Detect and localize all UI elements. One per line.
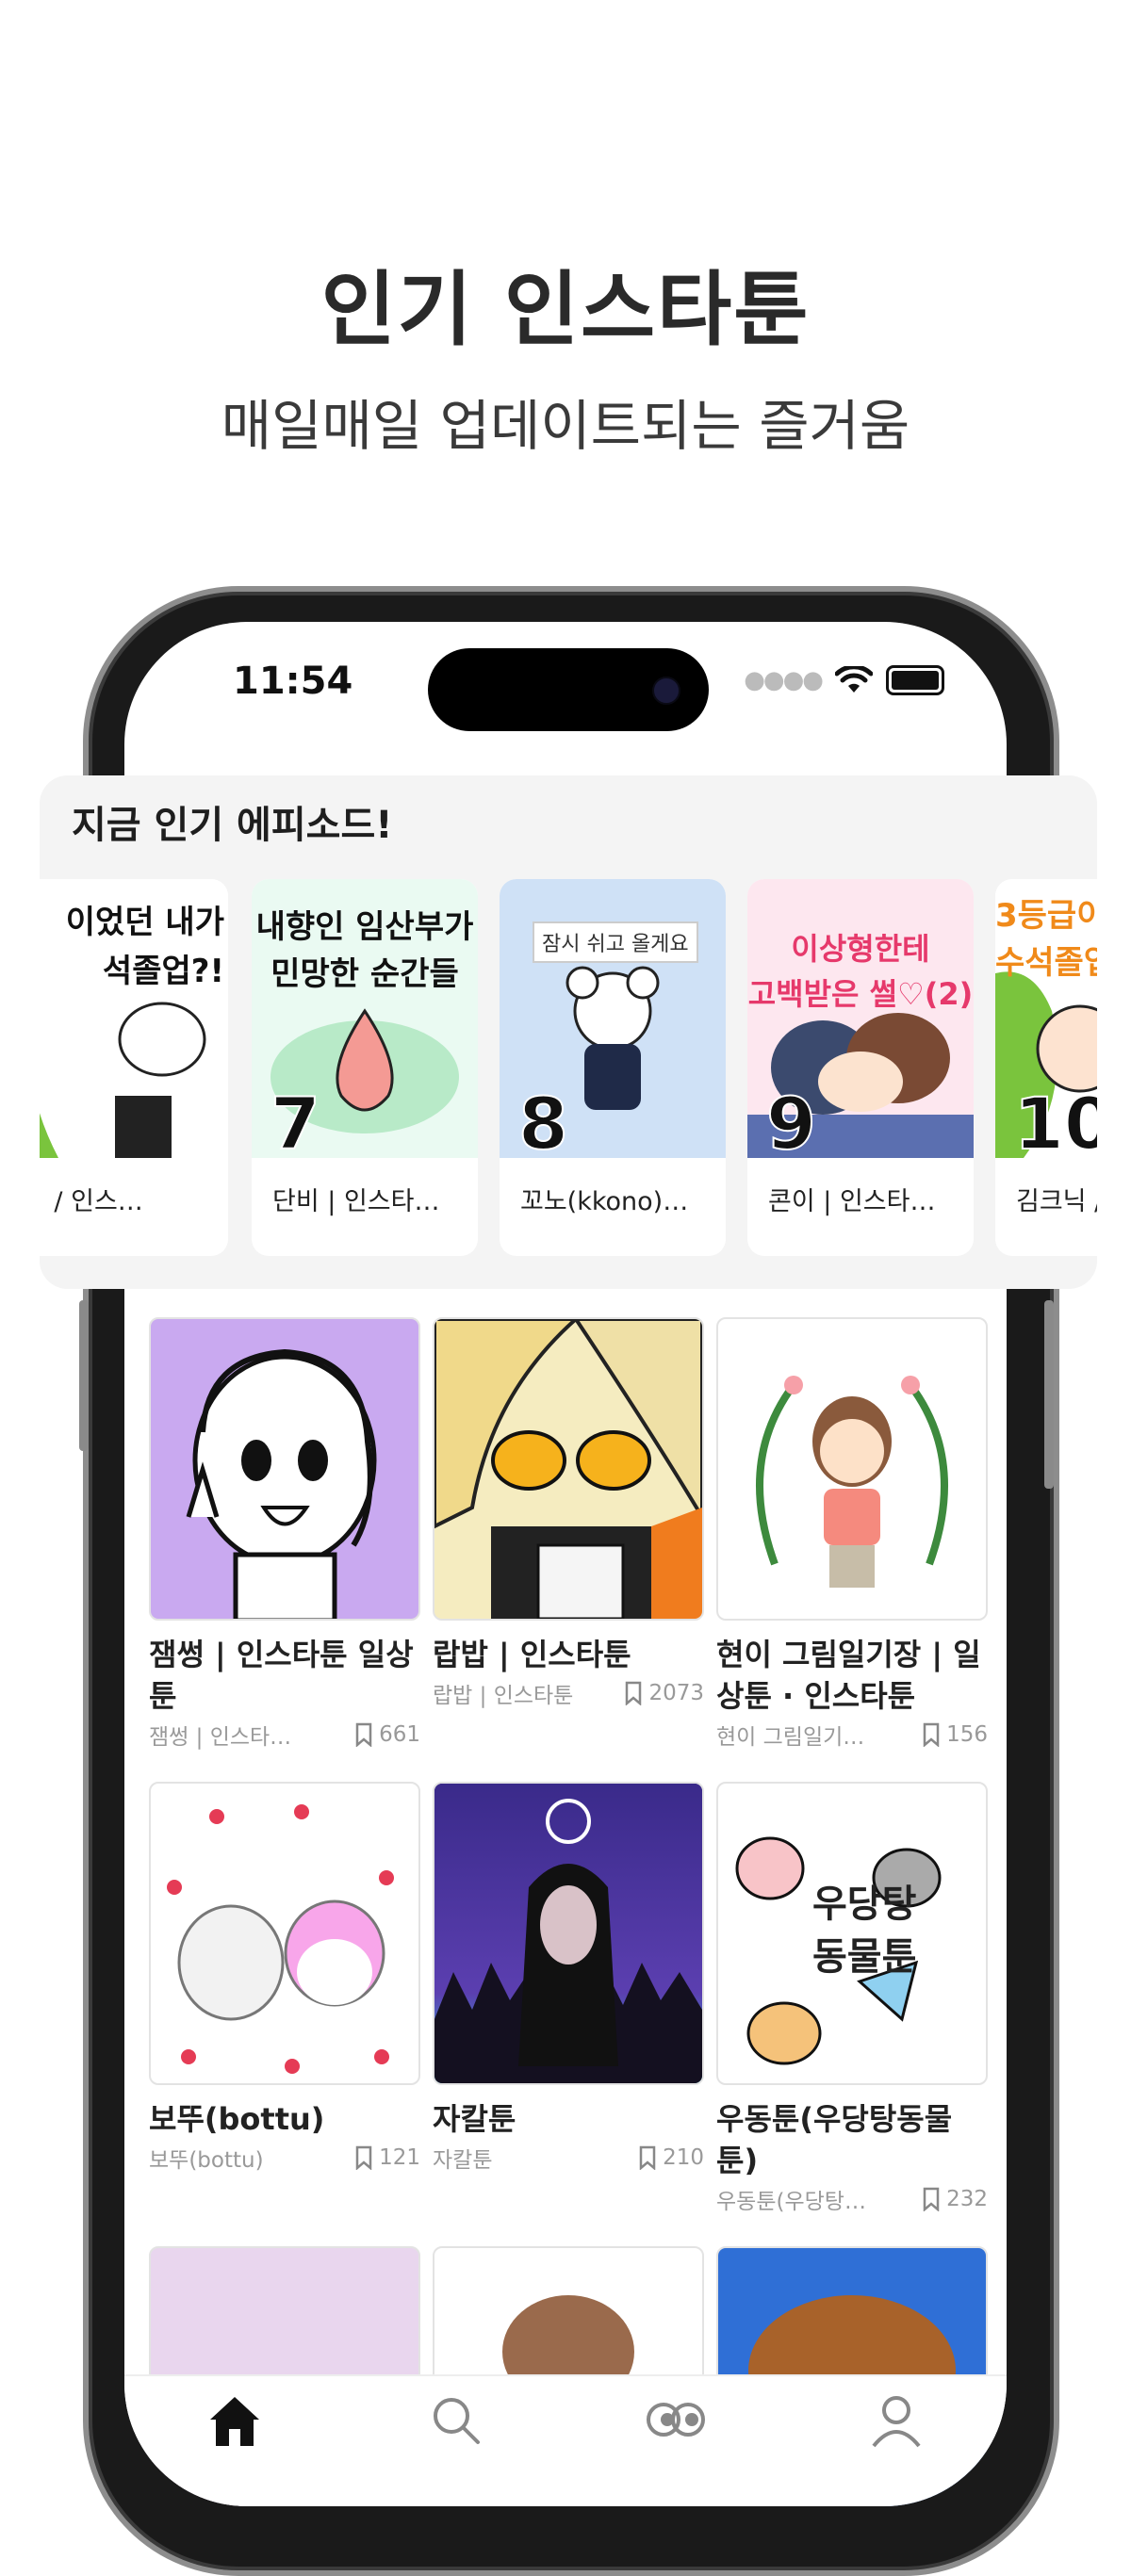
wifi-icon [835,666,873,693]
search-icon [434,2398,480,2444]
episode-rank: 10 [1013,1081,1097,1158]
webtoon-thumbnail [433,1782,704,2085]
episode-author: 김크닉 / 인스… [1016,1187,1097,1216]
episode-thumbnail: 이었던 내가 석졸업?! [40,879,228,1158]
status-time: 11:54 [233,660,353,703]
webtoon-title: 잼썽 | 인스타툰 일상툰 [149,1637,414,1714]
bookmark-icon [355,2145,372,2170]
webtoon-title: 보뚜(bottu) [149,2101,325,2137]
battery-icon [886,665,944,695]
webtoon-card[interactable]: 보뚜(bottu) 보뚜(bottu) 121 [149,1782,420,2174]
episode-thumbnail: 이상형한테 고백받은 썰♡(2) 9 [747,879,974,1158]
webtoon-title: 현이 그림일기장 | 일상툰 · 인스타툰 [716,1637,981,1714]
signal-icon: ●●●● [744,666,824,694]
episode-thumbnail: 3등급이었던 수석졸업 10 [995,879,1097,1158]
webtoon-thumbnail: 우당탕 동물툰 [716,1782,988,2085]
webtoon-thumbnail [149,1317,420,1621]
camera-icon [652,677,680,705]
bookmark-count: 121 [379,2145,420,2170]
episode-caption: 이었던 내가 석졸업?! [65,904,224,990]
bookmark-icon [626,1681,642,1705]
webtoon-author: 잼썽 | 인스타툰... [149,1725,309,1750]
eyes-icon [647,2403,705,2437]
episode-card[interactable]: 이었던 내가 석졸업?! ㅓ / 인스… [40,879,228,1256]
episode-rank: 9 [765,1081,817,1158]
bottom-tab-bar [124,2374,1007,2506]
dynamic-island [428,648,709,731]
episode-caption: 내향인 임산부가 민망한 순간들 [255,908,474,993]
bookmark-icon [923,2187,940,2211]
episode-caption: 3등급이었던 수석졸업 [995,897,1097,982]
episode-card[interactable]: 이상형한테 고백받은 썰♡(2) 9 콘이 | 인스타… [747,879,974,1256]
webtoon-author: 현이 그림일기장 |... [716,1725,877,1750]
episode-author: 단비 | 인스타… [272,1187,440,1216]
episode-caption: 이상형한테 고백받은 썰♡(2) [747,931,974,1012]
side-button [79,1300,89,1451]
episode-author: 콘이 | 인스타… [768,1187,936,1216]
webtoon-author: 랍밥 | 인스타툰 [433,1684,574,1708]
tab-profile[interactable] [859,2393,934,2459]
episode-card[interactable]: 내향인 임산부가 민망한 순간들 7 단비 | 인스타… [252,879,478,1256]
home-icon [210,2397,259,2446]
popular-episodes-panel: 지금 인기 에피소드! 이었던 내가 석졸업?! ㅓ / 인스… 내향인 임산부… [40,775,1097,1289]
webtoon-card[interactable]: 잼썽 | 인스타툰 일상툰 잼썽 | 인스타툰... 661 [149,1317,420,1751]
webtoon-author: 자칼툰 [433,2148,493,2173]
profile-icon [872,2396,921,2448]
bookmark-count: 210 [663,2145,704,2170]
tab-search[interactable] [418,2393,493,2459]
bookmark-icon [355,1722,372,1747]
webtoon-card[interactable]: 랍밥 | 인스타툰 랍밥 | 인스타툰 2073 [433,1317,704,1709]
episode-caption: 잠시 쉬고 올게요 [533,921,698,963]
webtoon-title: 자칼툰 [433,2101,516,2137]
bookmark-count: 156 [946,1722,988,1747]
bookmark-icon [639,2145,656,2170]
bookmark-count: 661 [379,1722,420,1747]
episode-card[interactable]: 잠시 쉬고 올게요 8 꼬노(kkono)… [500,879,726,1256]
webtoon-title: 랍밥 | 인스타툰 [433,1637,631,1672]
tab-home[interactable] [197,2393,272,2459]
episode-author: ㅓ / 인스… [40,1187,143,1216]
episode-thumbnail: 잠시 쉬고 올게요 8 [500,879,726,1158]
thumbnail-lettering: 우당탕 동물툰 [812,1883,917,1979]
hero-title: 인기 인스타툰 [320,263,811,357]
webtoon-card[interactable]: 자칼툰 자칼툰 210 [433,1782,704,2174]
webtoon-thumbnail [149,1782,420,2085]
episode-rank: 8 [517,1081,569,1158]
episode-card[interactable]: 3등급이었던 수석졸업 10 김크닉 / 인스… [995,879,1097,1256]
webtoon-thumbnail [433,1317,704,1621]
episode-thumbnail: 내향인 임산부가 민망한 순간들 7 [252,879,478,1158]
webtoon-title: 우동툰(우당탕동물툰) [716,2101,953,2178]
webtoon-card[interactable]: 현이 그림일기장 | 일상툰 · 인스타툰 현이 그림일기장 |... 156 [716,1317,988,1751]
webtoon-author: 우동툰(우당탕동... [716,2190,877,2214]
bookmark-count: 2073 [648,1681,704,1705]
side-button [1044,1300,1054,1489]
episode-rank: 7 [270,1081,321,1158]
episode-author: 꼬노(kkono)… [520,1187,689,1216]
hero-subtitle: 매일매일 업데이트되는 즐거움 [221,394,910,458]
webtoon-card[interactable]: 우당탕 동물툰 우동툰(우당탕동물툰) 우동툰(우당탕동... 232 [716,1782,988,2215]
bookmark-count: 232 [946,2187,988,2211]
bookmark-icon [923,1722,940,1747]
tab-feed[interactable] [638,2393,713,2459]
webtoon-thumbnail [716,1317,988,1621]
status-icons: ●●●● [744,665,944,695]
webtoon-author: 보뚜(bottu) [149,2148,264,2173]
popular-title: 지금 인기 에피소드! [72,804,393,847]
